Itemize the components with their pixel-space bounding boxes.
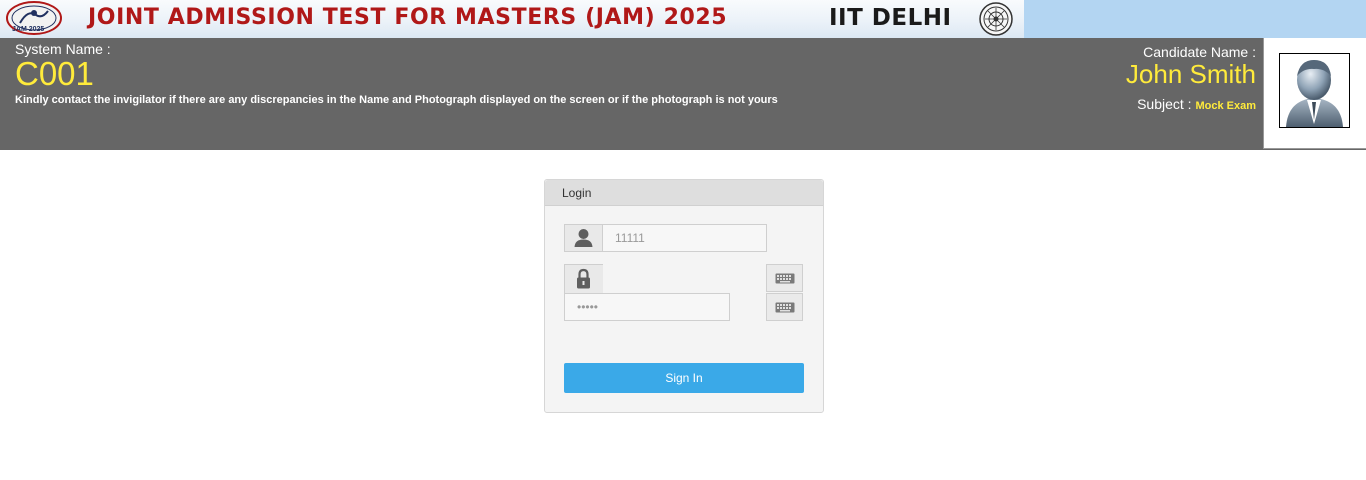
top-banner: JAM 2025 JOINT ADMISSION TEST FOR MASTER… (0, 0, 1366, 38)
system-name-value: C001 (15, 55, 94, 92)
invigilator-notice: Kindly contact the invigilator if there … (15, 94, 778, 106)
candidate-header: System Name : C001 Kindly contact the in… (0, 38, 1366, 150)
login-panel-header: Login (545, 180, 823, 206)
iit-emblem-icon (979, 2, 1013, 36)
candidate-photo (1279, 53, 1350, 128)
subject-line: Subject : Mock Exam (1137, 96, 1256, 112)
user-icon (574, 229, 593, 247)
subject-value: Mock Exam (1195, 100, 1256, 112)
candidate-name-label: Candidate Name : (1143, 44, 1256, 60)
institute-name: IIT DELHI (829, 5, 952, 31)
lock-icon (577, 268, 590, 289)
password-addon (564, 264, 603, 293)
username-input[interactable] (602, 224, 767, 252)
login-title: Login (562, 186, 592, 200)
jam-logo-text: JAM 2025 (12, 26, 45, 33)
username-addon (564, 224, 603, 252)
candidate-photo-icon (1286, 60, 1343, 127)
sign-in-button[interactable]: Sign In (564, 363, 804, 393)
login-panel: Login 11111 ••••• Sign In (544, 179, 824, 413)
candidate-name-value: John Smith (1125, 59, 1256, 89)
keyboard-icon (775, 273, 795, 284)
keyboard-icon (775, 302, 795, 313)
virtual-keyboard-button[interactable] (766, 293, 803, 321)
virtual-keyboard-button-top[interactable] (766, 264, 803, 292)
exam-title: JOINT ADMISSION TEST FOR MASTERS (JAM) 2… (88, 5, 728, 30)
subject-label: Subject : (1137, 96, 1192, 112)
password-input[interactable] (564, 293, 730, 321)
candidate-photo-box (1263, 38, 1366, 149)
banner-strip: JAM 2025 JOINT ADMISSION TEST FOR MASTER… (0, 0, 1024, 38)
